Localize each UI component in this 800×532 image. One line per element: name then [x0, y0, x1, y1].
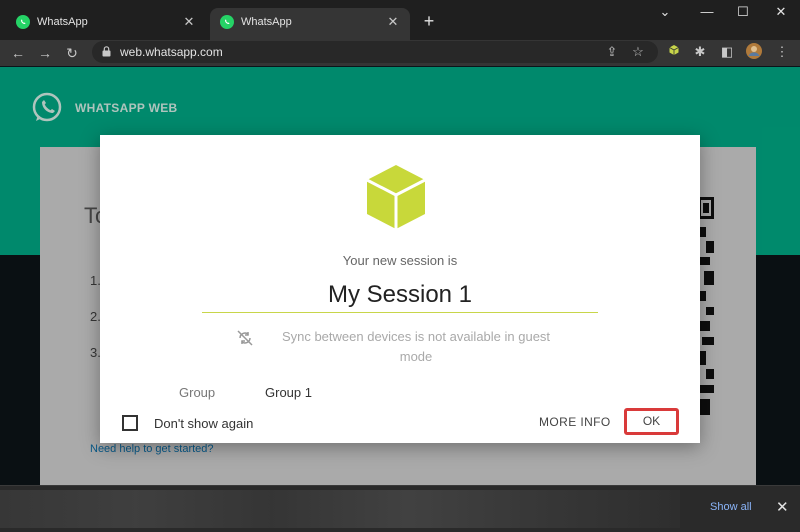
tab-whatsapp-1[interactable]: WhatsApp ✕: [6, 8, 206, 36]
download-items-blurred: [0, 490, 680, 528]
browser-toolbar: ← → ↻ web.whatsapp.com ⇪ ☆ ✱ ◧ ⋮: [0, 40, 800, 66]
tab-strip: WhatsApp ✕ WhatsApp ✕ + ⌄ — ☐ ✕: [0, 0, 800, 40]
session-name-input[interactable]: [202, 277, 598, 313]
new-session-dialog: Your new session is Sync between devices…: [100, 135, 700, 443]
maximize-button[interactable]: ☐: [731, 4, 755, 20]
show-all-downloads-link[interactable]: Show all: [710, 501, 752, 513]
lock-icon: [102, 46, 111, 57]
minimize-button[interactable]: —: [695, 4, 719, 19]
tab-title: WhatsApp: [241, 16, 292, 28]
close-window-button[interactable]: ✕: [769, 4, 793, 20]
tab-close-icon[interactable]: ✕: [182, 14, 196, 30]
back-arrow-icon[interactable]: ←: [8, 43, 28, 63]
dont-show-again-checkbox[interactable]: [122, 415, 138, 431]
profile-avatar[interactable]: [745, 43, 763, 61]
screen: WhatsApp ✕ WhatsApp ✕ + ⌄ — ☐ ✕ ← → ↻ we…: [0, 0, 800, 532]
close-download-bar-icon[interactable]: ✕: [776, 498, 789, 516]
ok-button[interactable]: OK: [624, 408, 679, 435]
group-selector[interactable]: Group 1: [265, 385, 312, 400]
tab-close-icon[interactable]: ✕: [386, 14, 400, 30]
more-info-button[interactable]: MORE INFO: [539, 415, 611, 429]
tab-whatsapp-2[interactable]: WhatsApp ✕: [210, 8, 410, 40]
more-menu-icon[interactable]: ⋮: [773, 43, 791, 61]
sync-disabled-icon: [237, 330, 253, 346]
side-panel-icon[interactable]: ◧: [718, 43, 736, 61]
forward-arrow-icon[interactable]: →: [35, 43, 55, 63]
session-cube-icon: [366, 165, 426, 229]
url-text: web.whatsapp.com: [120, 45, 223, 59]
whatsapp-favicon-icon: [220, 15, 234, 29]
tab-title: WhatsApp: [37, 16, 88, 28]
download-bar: Show all ✕: [0, 485, 800, 532]
session-label: Your new session is: [342, 253, 458, 268]
tab-search-icon[interactable]: ⌄: [653, 4, 677, 20]
new-tab-button[interactable]: +: [420, 12, 438, 30]
cube-extension-icon[interactable]: [665, 43, 683, 61]
whatsapp-favicon-icon: [16, 15, 30, 29]
dont-show-again-label[interactable]: Don't show again: [154, 416, 253, 431]
share-icon[interactable]: ⇪: [604, 44, 620, 60]
sync-message: Sync between devices is not available in…: [281, 329, 551, 364]
address-bar[interactable]: web.whatsapp.com ⇪ ☆: [92, 41, 658, 63]
extensions-puzzle-icon[interactable]: ✱: [691, 43, 709, 61]
group-label: Group: [179, 385, 216, 400]
bookmark-star-icon[interactable]: ☆: [630, 44, 646, 60]
reload-icon[interactable]: ↻: [62, 43, 82, 63]
